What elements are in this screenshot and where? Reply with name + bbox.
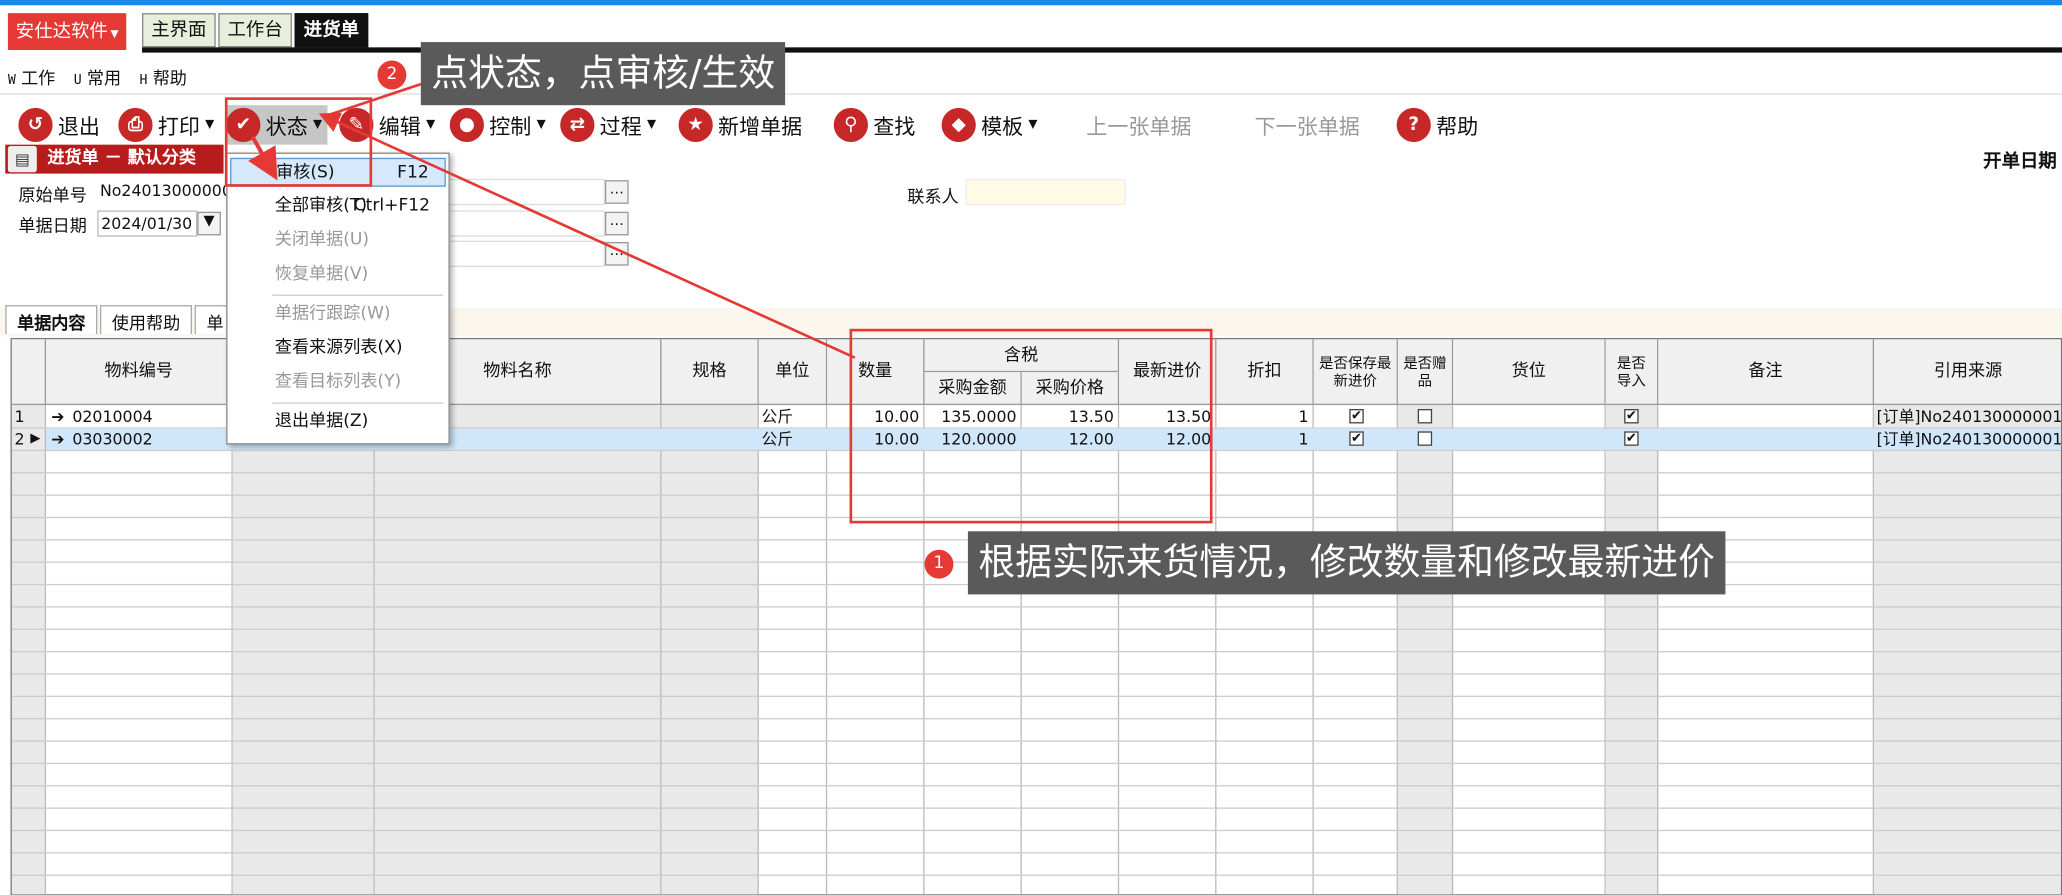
step-badge-1: 1 [924,549,954,579]
callout-step-1: 根据实际来货情况，修改数量和修改最新进价 [967,531,1726,595]
arrow-line [248,135,278,181]
callout-step-2: 点状态，点审核/生效 [420,42,786,106]
arrow-line [318,112,856,359]
annotation-arrows [248,82,856,359]
app-window: 安仕达软件 ▼ 主界面 工作台 进货单 W 工作 U 常用 H 帮助 ↺ 退出 ⎙ 打印 ▼ … [0,0,2062,895]
step-badge-2: 2 [377,60,407,90]
arrow-line [325,82,422,117]
